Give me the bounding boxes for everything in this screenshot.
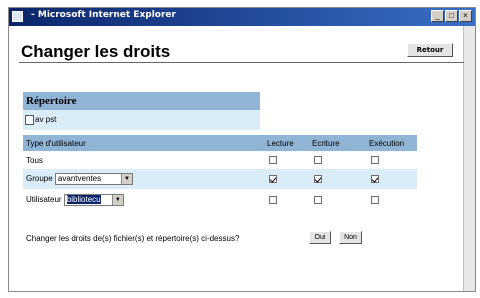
row-label-tous: Tous xyxy=(23,151,264,169)
checkbox-tous-execution[interactable] xyxy=(371,156,379,165)
header-ecriture: Ecriture xyxy=(309,135,366,151)
browser-window: - Microsoft Internet Explorer _ □ × Reto… xyxy=(8,7,476,292)
title-divider xyxy=(19,62,464,63)
checkbox-utilisateur-ecriture[interactable] xyxy=(314,195,322,204)
header-lecture: Lecture xyxy=(264,135,309,151)
table-row: Utilisateur bibliotecu ▼ xyxy=(23,189,417,210)
close-icon[interactable]: × xyxy=(459,10,472,22)
table-row: Groupe avantventes ▼ xyxy=(23,169,417,189)
file-icon xyxy=(25,114,34,125)
minimize-icon[interactable]: _ xyxy=(431,10,444,22)
group-select[interactable]: avantventes ▼ xyxy=(54,173,133,185)
checkbox-groupe-lecture[interactable] xyxy=(269,175,277,184)
checkbox-utilisateur-execution[interactable] xyxy=(371,195,379,204)
repertoire-item[interactable]: av pst xyxy=(23,110,260,130)
window-controls: _ □ × xyxy=(431,10,472,22)
page-title: Changer les droits xyxy=(21,42,171,61)
chevron-down-icon[interactable]: ▼ xyxy=(120,174,132,184)
repertoire-item-label: av pst xyxy=(35,115,57,124)
header-execution: Exécution xyxy=(366,135,417,151)
window-title: - Microsoft Internet Explorer xyxy=(31,10,176,20)
checkbox-groupe-execution[interactable] xyxy=(371,175,379,184)
table-header-row: Type d'utilisateur Lecture Ecriture Exéc… xyxy=(23,135,417,151)
repertoire-box: Répertoire av pst xyxy=(23,92,260,130)
retour-button[interactable]: Retour xyxy=(407,43,453,57)
checkbox-tous-ecriture[interactable] xyxy=(314,156,322,165)
chevron-down-icon[interactable]: ▼ xyxy=(111,194,123,205)
oui-button[interactable]: Oui xyxy=(309,231,331,244)
checkbox-groupe-ecriture[interactable] xyxy=(314,175,322,184)
user-select-value: bibliotecu xyxy=(66,194,101,204)
header-user-type: Type d'utilisateur xyxy=(23,135,264,151)
permissions-table: Type d'utilisateur Lecture Ecriture Exéc… xyxy=(23,135,417,210)
row-label-utilisateur: Utilisateur xyxy=(26,194,62,204)
vertical-scrollbar[interactable] xyxy=(463,26,475,291)
row-label-groupe: Groupe xyxy=(26,174,53,184)
title-bar[interactable]: - Microsoft Internet Explorer _ □ × xyxy=(9,8,475,26)
table-row: Tous xyxy=(23,151,417,169)
checkbox-utilisateur-lecture[interactable] xyxy=(269,195,277,204)
group-select-value: avantventes xyxy=(57,174,102,183)
repertoire-header: Répertoire xyxy=(23,92,260,110)
ie-icon xyxy=(12,11,23,22)
confirm-question: Changer les droits de(s) fichier(s) et r… xyxy=(26,234,240,243)
non-button[interactable]: Non xyxy=(339,231,362,244)
checkbox-tous-lecture[interactable] xyxy=(269,156,277,165)
user-select[interactable]: bibliotecu ▼ xyxy=(63,193,124,206)
maximize-icon[interactable]: □ xyxy=(445,10,458,22)
